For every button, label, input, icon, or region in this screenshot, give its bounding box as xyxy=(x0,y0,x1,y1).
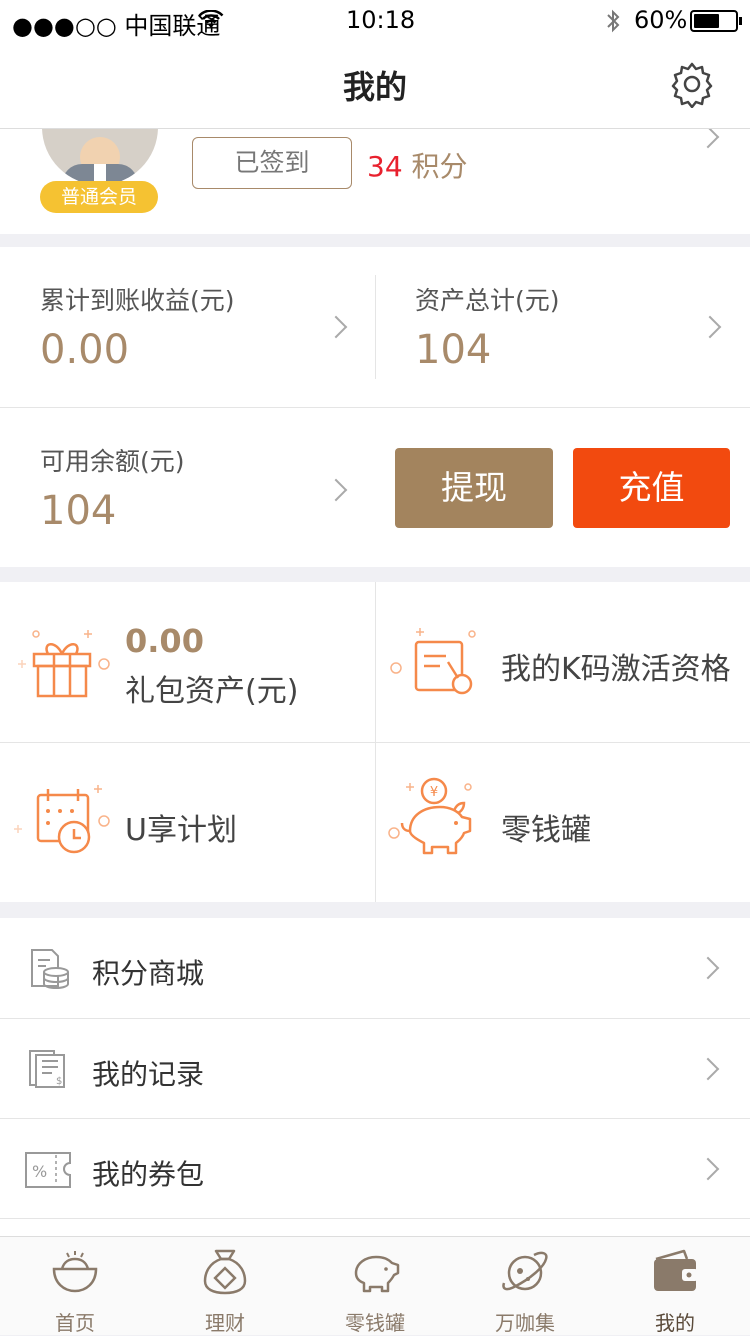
u-plan-cell[interactable]: U享计划 xyxy=(0,743,375,902)
piggy-bank-icon: ¥ xyxy=(388,777,472,855)
tab-label: 首页 xyxy=(55,1311,95,1335)
tab-mine[interactable]: 我的 xyxy=(600,1237,750,1335)
total-assets-cell[interactable]: 资产总计(元) 104 xyxy=(376,247,750,407)
svg-text:$: $ xyxy=(56,1076,62,1087)
earnings-cell[interactable]: 累计到账收益(元) 0.00 xyxy=(0,247,375,407)
tab-label: 零钱罐 xyxy=(345,1311,405,1335)
chevron-right-icon xyxy=(324,478,348,502)
avatar[interactable] xyxy=(42,129,158,185)
signed-in-button[interactable]: 已签到 xyxy=(192,137,352,189)
carrier-label: ●●●○○ 中国联通 xyxy=(12,12,221,40)
svg-text:%: % xyxy=(32,1162,47,1181)
menu-list: 积分商城 $ 我的记录 % 我的券包 xyxy=(0,918,750,1236)
profile-section[interactable]: 普通会员 已签到 34 积分 xyxy=(0,129,750,234)
divider xyxy=(0,1218,750,1219)
ingot-icon xyxy=(52,1251,98,1293)
settings-gear-icon[interactable] xyxy=(668,60,716,108)
coupon-icon: % xyxy=(25,1152,71,1188)
list-item-points-mall[interactable]: 积分商城 xyxy=(0,918,750,1018)
moneybag-icon xyxy=(203,1249,247,1295)
planet-icon xyxy=(502,1251,548,1291)
chevron-right-icon xyxy=(324,315,348,339)
bluetooth-icon xyxy=(607,9,620,33)
withdraw-button[interactable]: 提现 xyxy=(395,448,553,528)
chevron-right-icon xyxy=(698,315,722,339)
list-item-coupons[interactable]: % 我的券包 xyxy=(0,1119,750,1218)
chevron-right-icon xyxy=(696,956,720,980)
gift-box-icon xyxy=(18,630,110,698)
earnings-value: 0.00 xyxy=(40,327,130,373)
points-display[interactable]: 34 积分 xyxy=(367,145,468,185)
status-bar: ●●●○○ 中国联通 10:18 60% xyxy=(0,0,750,40)
piggy-bank-label: 零钱罐 xyxy=(501,813,591,848)
u-plan-label: U享计划 xyxy=(125,813,237,848)
calendar-clock-icon xyxy=(14,785,110,854)
balance-cell[interactable]: 可用余额(元) 104 xyxy=(0,408,375,567)
nav-bar: 我的 xyxy=(0,40,750,129)
clock: 10:18 xyxy=(346,6,416,34)
feature-grid: 0.00 礼包资产(元) 我的K码激活资格 U享计划 ¥ 零钱罐 xyxy=(0,582,750,902)
battery-icon xyxy=(690,10,742,32)
wallet-icon xyxy=(654,1249,698,1291)
chevron-right-icon xyxy=(696,129,720,149)
gift-assets-cell[interactable]: 0.00 礼包资产(元) xyxy=(0,582,375,742)
list-item-label: 我的券包 xyxy=(92,1158,205,1191)
total-assets-label: 资产总计(元) xyxy=(415,286,560,315)
gift-assets-value: 0.00 xyxy=(125,622,204,660)
svg-text:¥: ¥ xyxy=(430,785,438,800)
total-assets-value: 104 xyxy=(415,327,492,373)
piggy-bank-cell[interactable]: ¥ 零钱罐 xyxy=(376,743,750,902)
list-item-label: 我的记录 xyxy=(92,1058,205,1091)
member-level-badge: 普通会员 xyxy=(40,181,158,213)
tab-piggy-bank[interactable]: 零钱罐 xyxy=(300,1237,450,1335)
list-item-my-records[interactable]: $ 我的记录 xyxy=(0,1019,750,1118)
list-item-label: 积分商城 xyxy=(92,957,205,990)
gift-assets-label: 礼包资产(元) xyxy=(125,674,299,709)
balance-value: 104 xyxy=(40,488,117,534)
tab-label: 万咖集 xyxy=(495,1311,555,1335)
record-icon: $ xyxy=(29,1050,65,1088)
battery-percent: 60% xyxy=(634,6,688,34)
kcode-form-icon xyxy=(390,628,476,695)
page-title: 我的 xyxy=(342,68,407,106)
chevron-right-icon xyxy=(696,1057,720,1081)
tab-bar: 首页 理财 零钱罐 万咖集 我的 xyxy=(0,1236,750,1335)
piggy-icon xyxy=(354,1255,400,1293)
tab-label: 理财 xyxy=(205,1311,245,1335)
asset-stats-card: 累计到账收益(元) 0.00 资产总计(元) 104 可用余额(元) 104 提… xyxy=(0,247,750,567)
tab-wankaji[interactable]: 万咖集 xyxy=(450,1237,600,1335)
balance-label: 可用余额(元) xyxy=(40,447,185,476)
wifi-icon xyxy=(198,10,224,28)
tab-label: 我的 xyxy=(655,1311,695,1335)
kcode-cell[interactable]: 我的K码激活资格 xyxy=(376,582,750,742)
coins-icon xyxy=(31,949,69,990)
points-number: 34 xyxy=(367,150,403,183)
earnings-label: 累计到账收益(元) xyxy=(40,286,235,315)
recharge-button[interactable]: 充值 xyxy=(573,448,730,528)
points-unit: 积分 xyxy=(411,150,468,183)
kcode-label: 我的K码激活资格 xyxy=(501,652,731,687)
tab-home[interactable]: 首页 xyxy=(0,1237,150,1335)
tab-finance[interactable]: 理财 xyxy=(150,1237,300,1335)
chevron-right-icon xyxy=(696,1157,720,1181)
